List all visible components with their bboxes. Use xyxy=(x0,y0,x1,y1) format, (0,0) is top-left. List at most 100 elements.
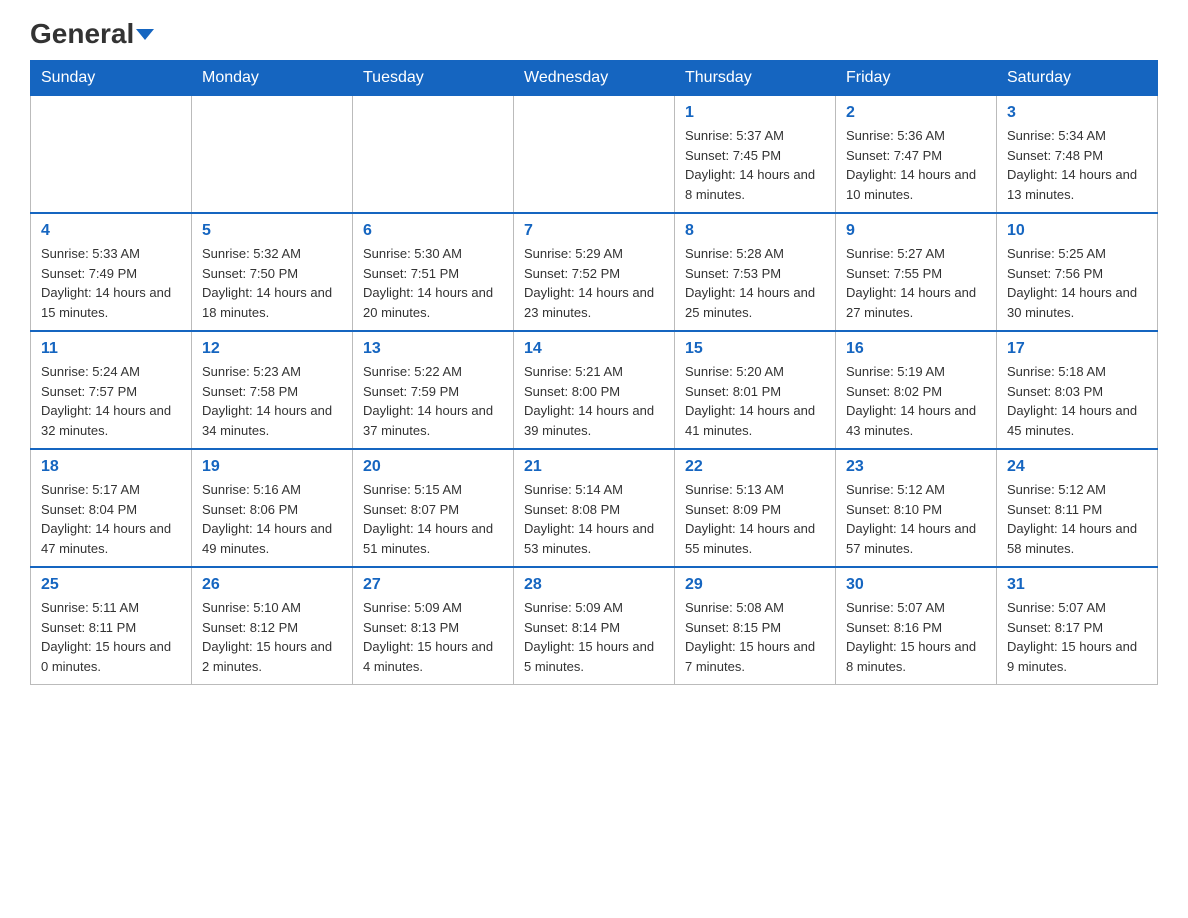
calendar-cell: 5 Sunrise: 5:32 AMSunset: 7:50 PMDaylight… xyxy=(192,213,353,331)
calendar-cell: 23 Sunrise: 5:12 AMSunset: 8:10 PMDayligh… xyxy=(836,449,997,567)
day-info: Sunrise: 5:28 AMSunset: 7:53 PMDaylight:… xyxy=(685,244,825,322)
calendar-cell: 10 Sunrise: 5:25 AMSunset: 7:56 PMDayligh… xyxy=(997,213,1158,331)
day-info: Sunrise: 5:18 AMSunset: 8:03 PMDaylight:… xyxy=(1007,362,1147,440)
day-number: 16 xyxy=(846,340,986,358)
day-info: Sunrise: 5:23 AMSunset: 7:58 PMDaylight:… xyxy=(202,362,342,440)
calendar-cell: 24 Sunrise: 5:12 AMSunset: 8:11 PMDayligh… xyxy=(997,449,1158,567)
weekday-header-thursday: Thursday xyxy=(675,61,836,96)
day-info: Sunrise: 5:27 AMSunset: 7:55 PMDaylight:… xyxy=(846,244,986,322)
day-info: Sunrise: 5:09 AMSunset: 8:14 PMDaylight:… xyxy=(524,598,664,676)
day-number: 9 xyxy=(846,222,986,240)
day-number: 27 xyxy=(363,576,503,594)
calendar-cell: 3 Sunrise: 5:34 AMSunset: 7:48 PMDaylight… xyxy=(997,96,1158,214)
calendar-cell: 19Sunrise: 5:16 AMSunset: 8:06 PMDayligh… xyxy=(192,449,353,567)
day-number: 24 xyxy=(1007,458,1147,476)
day-info: Sunrise: 5:36 AMSunset: 7:47 PMDaylight:… xyxy=(846,126,986,204)
day-info: Sunrise: 5:25 AMSunset: 7:56 PMDaylight:… xyxy=(1007,244,1147,322)
calendar-cell: 11 Sunrise: 5:24 AMSunset: 7:57 PMDayligh… xyxy=(31,331,192,449)
day-number: 12 xyxy=(202,340,342,358)
weekday-header-monday: Monday xyxy=(192,61,353,96)
day-info: Sunrise: 5:07 AMSunset: 8:17 PMDaylight:… xyxy=(1007,598,1147,676)
day-number: 21 xyxy=(524,458,664,476)
calendar-cell: 21 Sunrise: 5:14 AMSunset: 8:08 PMDayligh… xyxy=(514,449,675,567)
logo: General xyxy=(30,20,154,50)
day-info: Sunrise: 5:22 AMSunset: 7:59 PMDaylight:… xyxy=(363,362,503,440)
day-number: 15 xyxy=(685,340,825,358)
day-info: Sunrise: 5:11 AMSunset: 8:11 PMDaylight:… xyxy=(41,598,181,676)
day-number: 29 xyxy=(685,576,825,594)
day-number: 11 xyxy=(41,340,181,358)
day-number: 25 xyxy=(41,576,181,594)
day-info: Sunrise: 5:10 AMSunset: 8:12 PMDaylight:… xyxy=(202,598,342,676)
weekday-header-saturday: Saturday xyxy=(997,61,1158,96)
weekday-header-sunday: Sunday xyxy=(31,61,192,96)
logo-arrow-icon xyxy=(136,29,154,40)
day-number: 14 xyxy=(524,340,664,358)
calendar-cell xyxy=(514,96,675,214)
day-info: Sunrise: 5:24 AMSunset: 7:57 PMDaylight:… xyxy=(41,362,181,440)
day-number: 8 xyxy=(685,222,825,240)
day-info: Sunrise: 5:33 AMSunset: 7:49 PMDaylight:… xyxy=(41,244,181,322)
day-info: Sunrise: 5:08 AMSunset: 8:15 PMDaylight:… xyxy=(685,598,825,676)
calendar-cell: 18 Sunrise: 5:17 AMSunset: 8:04 PMDayligh… xyxy=(31,449,192,567)
calendar-cell: 27 Sunrise: 5:09 AMSunset: 8:13 PMDayligh… xyxy=(353,567,514,685)
day-info: Sunrise: 5:21 AMSunset: 8:00 PMDaylight:… xyxy=(524,362,664,440)
weekday-header-tuesday: Tuesday xyxy=(353,61,514,96)
day-info: Sunrise: 5:19 AMSunset: 8:02 PMDaylight:… xyxy=(846,362,986,440)
calendar-cell: 16 Sunrise: 5:19 AMSunset: 8:02 PMDayligh… xyxy=(836,331,997,449)
day-info: Sunrise: 5:12 AMSunset: 8:10 PMDaylight:… xyxy=(846,480,986,558)
day-info: Sunrise: 5:16 AMSunset: 8:06 PMDaylight:… xyxy=(202,480,342,558)
week-row-3: 11 Sunrise: 5:24 AMSunset: 7:57 PMDayligh… xyxy=(31,331,1158,449)
weekday-header-wednesday: Wednesday xyxy=(514,61,675,96)
calendar-cell: 8 Sunrise: 5:28 AMSunset: 7:53 PMDaylight… xyxy=(675,213,836,331)
day-number: 13 xyxy=(363,340,503,358)
day-info: Sunrise: 5:37 AMSunset: 7:45 PMDaylight:… xyxy=(685,126,825,204)
calendar-cell: 31 Sunrise: 5:07 AMSunset: 8:17 PMDayligh… xyxy=(997,567,1158,685)
weekday-header-row: SundayMondayTuesdayWednesdayThursdayFrid… xyxy=(31,61,1158,96)
day-number: 18 xyxy=(41,458,181,476)
day-info: Sunrise: 5:17 AMSunset: 8:04 PMDaylight:… xyxy=(41,480,181,558)
day-info: Sunrise: 5:12 AMSunset: 8:11 PMDaylight:… xyxy=(1007,480,1147,558)
day-info: Sunrise: 5:09 AMSunset: 8:13 PMDaylight:… xyxy=(363,598,503,676)
calendar-cell: 30Sunrise: 5:07 AMSunset: 8:16 PMDayligh… xyxy=(836,567,997,685)
week-row-4: 18 Sunrise: 5:17 AMSunset: 8:04 PMDayligh… xyxy=(31,449,1158,567)
day-info: Sunrise: 5:29 AMSunset: 7:52 PMDaylight:… xyxy=(524,244,664,322)
day-number: 5 xyxy=(202,222,342,240)
calendar-cell: 2 Sunrise: 5:36 AMSunset: 7:47 PMDaylight… xyxy=(836,96,997,214)
calendar-cell: 6Sunrise: 5:30 AMSunset: 7:51 PMDaylight… xyxy=(353,213,514,331)
day-info: Sunrise: 5:20 AMSunset: 8:01 PMDaylight:… xyxy=(685,362,825,440)
calendar-cell: 22 Sunrise: 5:13 AMSunset: 8:09 PMDayligh… xyxy=(675,449,836,567)
day-info: Sunrise: 5:15 AMSunset: 8:07 PMDaylight:… xyxy=(363,480,503,558)
day-number: 23 xyxy=(846,458,986,476)
day-number: 10 xyxy=(1007,222,1147,240)
calendar-cell: 15 Sunrise: 5:20 AMSunset: 8:01 PMDayligh… xyxy=(675,331,836,449)
day-number: 2 xyxy=(846,104,986,122)
day-info: Sunrise: 5:32 AMSunset: 7:50 PMDaylight:… xyxy=(202,244,342,322)
calendar-cell: 29 Sunrise: 5:08 AMSunset: 8:15 PMDayligh… xyxy=(675,567,836,685)
day-info: Sunrise: 5:14 AMSunset: 8:08 PMDaylight:… xyxy=(524,480,664,558)
day-info: Sunrise: 5:07 AMSunset: 8:16 PMDaylight:… xyxy=(846,598,986,676)
day-number: 28 xyxy=(524,576,664,594)
calendar-cell xyxy=(31,96,192,214)
day-number: 1 xyxy=(685,104,825,122)
week-row-1: 1 Sunrise: 5:37 AMSunset: 7:45 PMDaylight… xyxy=(31,96,1158,214)
day-number: 20 xyxy=(363,458,503,476)
week-row-5: 25 Sunrise: 5:11 AMSunset: 8:11 PMDayligh… xyxy=(31,567,1158,685)
day-info: Sunrise: 5:34 AMSunset: 7:48 PMDaylight:… xyxy=(1007,126,1147,204)
day-number: 31 xyxy=(1007,576,1147,594)
day-number: 17 xyxy=(1007,340,1147,358)
day-info: Sunrise: 5:13 AMSunset: 8:09 PMDaylight:… xyxy=(685,480,825,558)
calendar-cell: 26Sunrise: 5:10 AMSunset: 8:12 PMDayligh… xyxy=(192,567,353,685)
calendar-cell: 7Sunrise: 5:29 AMSunset: 7:52 PMDaylight… xyxy=(514,213,675,331)
calendar-cell: 12 Sunrise: 5:23 AMSunset: 7:58 PMDayligh… xyxy=(192,331,353,449)
calendar-cell: 28 Sunrise: 5:09 AMSunset: 8:14 PMDayligh… xyxy=(514,567,675,685)
logo-name: General xyxy=(30,20,154,48)
day-number: 22 xyxy=(685,458,825,476)
calendar-cell xyxy=(353,96,514,214)
page-header: General xyxy=(30,20,1158,50)
weekday-header-friday: Friday xyxy=(836,61,997,96)
calendar-cell: 14 Sunrise: 5:21 AMSunset: 8:00 PMDayligh… xyxy=(514,331,675,449)
day-info: Sunrise: 5:30 AMSunset: 7:51 PMDaylight:… xyxy=(363,244,503,322)
calendar-cell: 4Sunrise: 5:33 AMSunset: 7:49 PMDaylight… xyxy=(31,213,192,331)
day-number: 3 xyxy=(1007,104,1147,122)
